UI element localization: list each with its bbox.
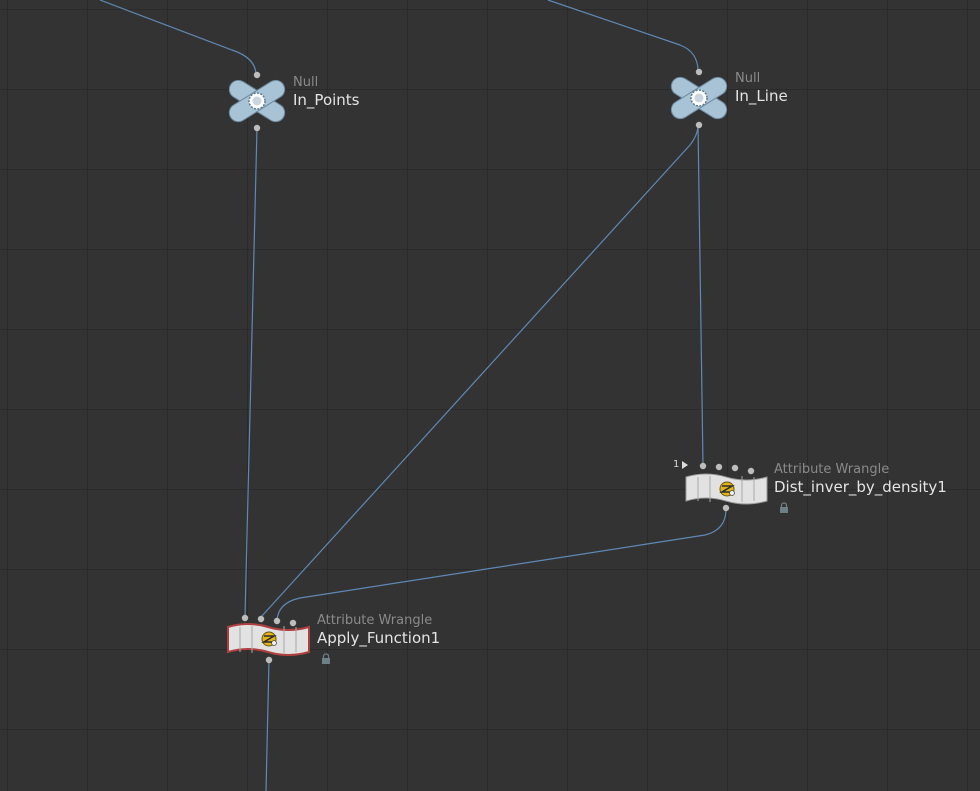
null-x-icon[interactable] xyxy=(226,68,288,134)
output-connector[interactable] xyxy=(265,656,273,664)
output-connector[interactable] xyxy=(722,504,730,512)
node-name-label[interactable]: Apply_Function1 xyxy=(317,629,440,647)
input-connector[interactable] xyxy=(699,462,707,470)
node-name-label[interactable]: Dist_inver_by_density1 xyxy=(774,478,947,496)
wire-in-points-to-apply[interactable] xyxy=(244,127,258,618)
network-editor-canvas[interactable]: Null In_Points Null In_Line 1 Attribute … xyxy=(0,0,980,791)
output-connector[interactable] xyxy=(695,121,703,129)
input-connector[interactable] xyxy=(289,619,297,627)
wire-in-line-to-apply[interactable] xyxy=(260,124,699,618)
input-connector[interactable] xyxy=(273,617,281,625)
input-count-badge: 1 xyxy=(673,459,680,470)
node-name-label[interactable]: In_Points xyxy=(293,91,360,109)
input-connector[interactable] xyxy=(695,68,703,76)
input-connector[interactable] xyxy=(257,615,265,623)
input-connector[interactable] xyxy=(731,464,739,472)
node-type-label: Attribute Wrangle xyxy=(317,613,433,628)
input-connector[interactable] xyxy=(253,71,261,79)
node-type-label: Null xyxy=(735,71,761,86)
wrangle-icon[interactable] xyxy=(684,460,770,514)
input-connector[interactable] xyxy=(747,467,755,475)
node-type-label: Attribute Wrangle xyxy=(774,462,890,477)
wire-in-line-to-dist[interactable] xyxy=(697,124,704,467)
null-x-icon[interactable] xyxy=(668,65,730,131)
lock-icon[interactable] xyxy=(779,502,789,514)
node-type-label: Null xyxy=(293,75,319,90)
input-connector[interactable] xyxy=(715,463,723,471)
wrangle-icon[interactable] xyxy=(226,611,312,665)
input-connector[interactable] xyxy=(241,614,249,622)
output-connector[interactable] xyxy=(253,124,261,132)
network-wires xyxy=(99,0,727,791)
node-name-label[interactable]: In_Line xyxy=(735,87,788,105)
wire-input-to-in-line[interactable] xyxy=(547,0,699,72)
wire-input-to-in-points[interactable] xyxy=(99,0,257,76)
lock-icon[interactable] xyxy=(321,653,331,665)
wire-apply-output[interactable] xyxy=(265,659,270,791)
